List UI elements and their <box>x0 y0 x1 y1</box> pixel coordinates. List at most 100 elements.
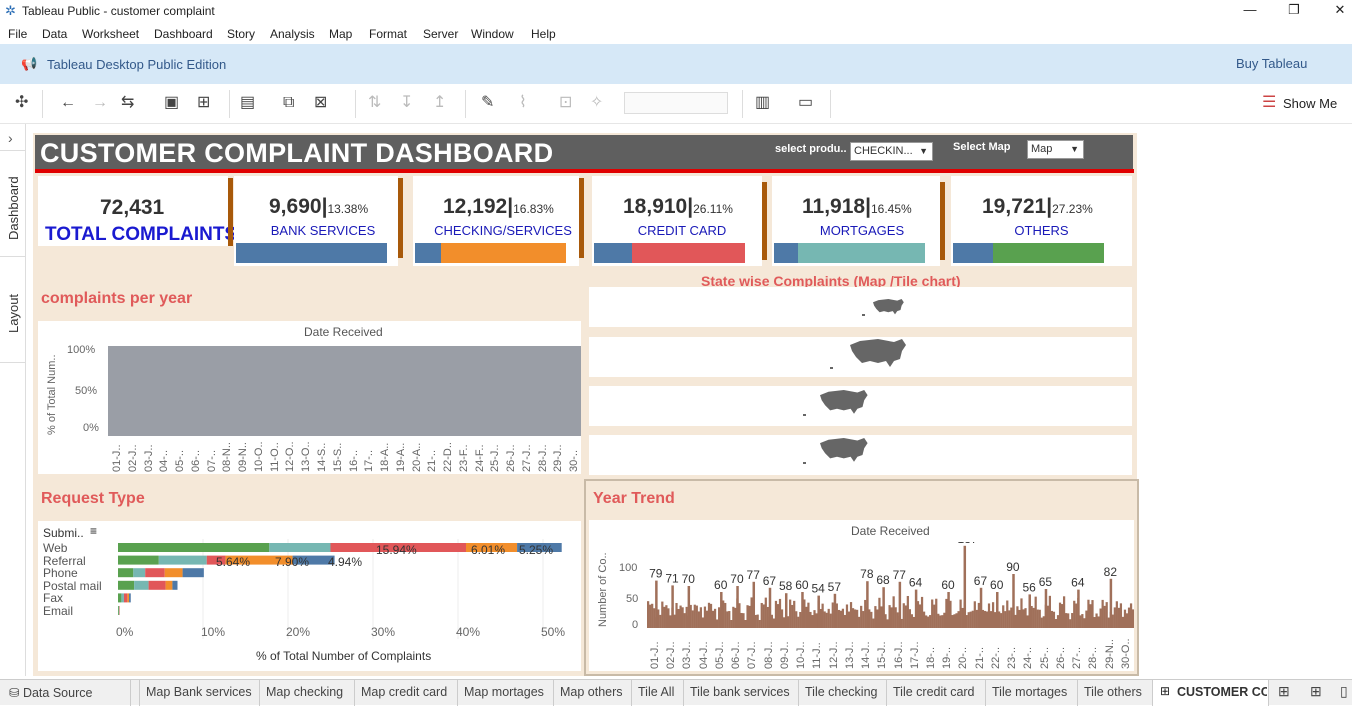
trend-bar[interactable] <box>856 610 858 628</box>
sheet-tab[interactable]: Map Bank services <box>146 685 252 699</box>
trend-bar[interactable] <box>978 603 980 628</box>
menu-help[interactable]: Help <box>531 27 556 41</box>
trend-bar[interactable] <box>1010 608 1012 628</box>
trend-bar[interactable] <box>1097 616 1099 628</box>
trend-bar[interactable] <box>1132 609 1134 628</box>
trend-bar[interactable] <box>957 611 959 628</box>
trend-bar[interactable] <box>781 609 783 628</box>
select-product-dropdown[interactable]: CHECKIN... ▼ <box>850 142 933 161</box>
trend-bar[interactable] <box>665 605 667 628</box>
bar-segment[interactable] <box>134 581 148 590</box>
trend-bar[interactable] <box>684 613 686 628</box>
trend-bar[interactable] <box>844 615 846 628</box>
trend-bar[interactable] <box>675 603 677 628</box>
peak-bar[interactable] <box>720 592 723 628</box>
trend-bar[interactable] <box>704 607 706 628</box>
trend-bar[interactable] <box>919 604 921 628</box>
trend-bar[interactable] <box>718 607 720 628</box>
trend-bar[interactable] <box>1085 611 1087 628</box>
trend-bar[interactable] <box>1043 616 1045 628</box>
bar-segment[interactable] <box>118 593 121 602</box>
trend-bar[interactable] <box>994 612 996 628</box>
bar-segment[interactable] <box>118 543 269 552</box>
sheet-tab[interactable]: Map credit card <box>361 685 447 699</box>
sheet-tab[interactable]: Tile mortages <box>992 685 1067 699</box>
sheet-tab[interactable]: Map checking <box>266 685 343 699</box>
trend-bar[interactable] <box>1059 603 1061 628</box>
trend-bar[interactable] <box>759 620 761 628</box>
trend-bar[interactable] <box>669 615 671 628</box>
close-button[interactable]: ✕ <box>1330 2 1350 20</box>
new-datasource-icon[interactable]: ⊞ <box>197 94 210 112</box>
minimize-button[interactable]: — <box>1240 2 1260 20</box>
trend-bar[interactable] <box>1039 610 1041 628</box>
trend-bar[interactable] <box>696 606 698 628</box>
trend-bar[interactable] <box>1087 600 1089 628</box>
trend-bar[interactable] <box>767 607 769 628</box>
trend-bar[interactable] <box>1089 604 1091 628</box>
trend-bar[interactable] <box>880 606 882 628</box>
trend-bar[interactable] <box>974 601 976 628</box>
trend-bar[interactable] <box>870 612 872 628</box>
trend-bar[interactable] <box>1004 611 1006 628</box>
menu-window[interactable]: Window <box>471 27 514 41</box>
trend-bar[interactable] <box>907 596 909 628</box>
trend-bar[interactable] <box>1071 613 1073 628</box>
sort-descending-icon[interactable]: ↥ <box>433 94 446 112</box>
bar-segment[interactable] <box>118 556 159 565</box>
trend-bar[interactable] <box>929 615 931 628</box>
collapse-chevron-icon[interactable]: › <box>8 130 13 146</box>
trend-bar[interactable] <box>1120 603 1122 628</box>
trend-bar[interactable] <box>708 603 710 628</box>
trend-bar[interactable] <box>970 612 972 628</box>
trend-bar[interactable] <box>1108 618 1110 628</box>
trend-bar[interactable] <box>826 613 828 628</box>
trend-bar[interactable] <box>891 607 893 628</box>
trend-bar[interactable] <box>933 605 935 628</box>
menu-story[interactable]: Story <box>227 27 255 41</box>
bar-segment[interactable] <box>165 568 183 577</box>
trend-bar[interactable] <box>757 615 759 628</box>
trend-bar[interactable] <box>1116 601 1118 628</box>
trend-bar[interactable] <box>1083 618 1085 628</box>
trend-bar[interactable] <box>943 613 945 628</box>
trend-bar[interactable] <box>692 610 694 628</box>
bar-segment[interactable] <box>269 543 330 552</box>
trend-bar[interactable] <box>959 600 961 628</box>
show-cards-icon[interactable]: ▥ <box>755 94 770 112</box>
trend-bar[interactable] <box>886 619 888 628</box>
peak-bar[interactable] <box>785 593 788 628</box>
peak-bar[interactable] <box>866 581 869 628</box>
trend-bar[interactable] <box>681 607 683 628</box>
trend-bar[interactable] <box>822 604 824 628</box>
tableau-home-icon[interactable]: ✣ <box>15 94 28 112</box>
trend-bar[interactable] <box>1102 600 1104 628</box>
bar-segment[interactable] <box>145 568 165 577</box>
trend-bar[interactable] <box>706 611 708 628</box>
trend-bar[interactable] <box>874 606 876 628</box>
trend-bar[interactable] <box>1104 606 1106 628</box>
peak-bar[interactable] <box>769 588 772 628</box>
menu-worksheet[interactable]: Worksheet <box>82 27 139 41</box>
peak-bar[interactable] <box>882 587 885 628</box>
trend-bar[interactable] <box>813 610 815 628</box>
trend-bar[interactable] <box>937 614 939 628</box>
trend-bar[interactable] <box>714 609 716 628</box>
peak-bar[interactable] <box>899 582 902 628</box>
trend-bar[interactable] <box>972 611 974 628</box>
trend-bar[interactable] <box>832 602 834 628</box>
peak-bar[interactable] <box>655 581 658 628</box>
bar-segment[interactable] <box>166 581 173 590</box>
peak-bar[interactable] <box>1028 594 1031 628</box>
trend-bar[interactable] <box>992 602 994 628</box>
new-worksheet-icon[interactable]: ▤ <box>240 94 255 112</box>
trend-bar[interactable] <box>773 619 775 628</box>
trend-bar[interactable] <box>748 606 750 628</box>
trend-bar[interactable] <box>1122 617 1124 628</box>
trend-bar[interactable] <box>864 600 866 628</box>
trend-bar[interactable] <box>852 608 854 628</box>
show-me-label[interactable]: Show Me <box>1283 96 1337 111</box>
trend-bar[interactable] <box>779 599 781 628</box>
trend-bar[interactable] <box>667 608 669 628</box>
trend-bar[interactable] <box>1006 600 1008 628</box>
